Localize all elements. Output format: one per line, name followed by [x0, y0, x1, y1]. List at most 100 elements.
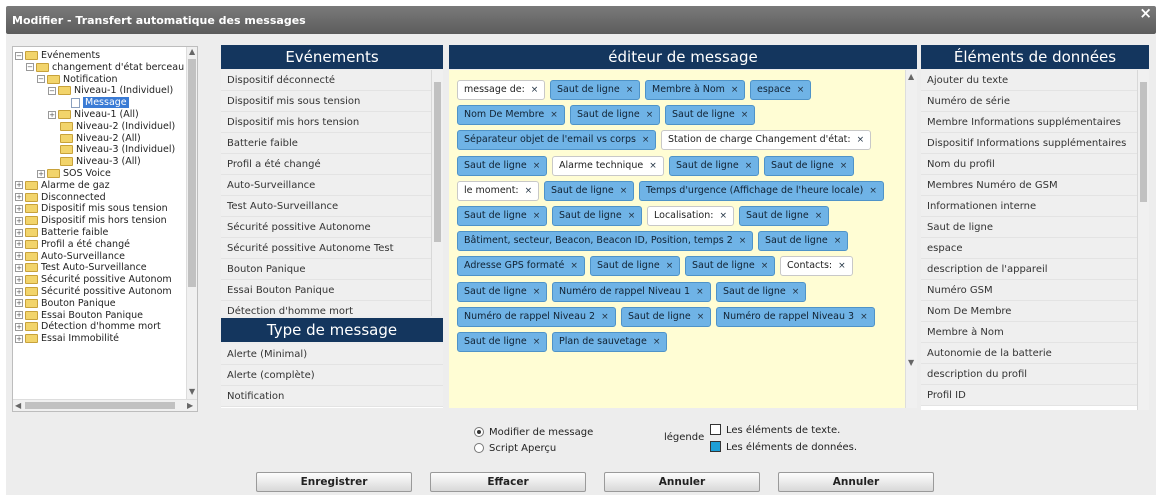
- list-item[interactable]: Autonomie de la batterie: [921, 343, 1149, 364]
- tree-node[interactable]: − Notification: [37, 74, 118, 86]
- list-item[interactable]: Alerte (Minimal): [221, 344, 443, 365]
- remove-token-icon[interactable]: ×: [649, 161, 657, 171]
- tree-node[interactable]: Message: [59, 97, 129, 109]
- list-item[interactable]: Dispositif mis hors tension: [221, 112, 443, 133]
- expand-icon[interactable]: +: [15, 287, 23, 296]
- tree-node[interactable]: + Batterie faible: [15, 227, 108, 239]
- list-item[interactable]: Membres Numéro de GSM: [921, 175, 1149, 196]
- remove-token-icon[interactable]: ×: [860, 312, 868, 322]
- list-item[interactable]: Profil a été changé: [221, 154, 443, 175]
- data-element-token[interactable]: Saut de ligne ×: [739, 206, 830, 226]
- list-item[interactable]: Saut de ligne: [921, 217, 1149, 238]
- tree-node[interactable]: − changement d'état berceau: [26, 62, 184, 74]
- tree-node[interactable]: Niveau-2 (Individuel): [48, 121, 175, 133]
- collapse-icon[interactable]: −: [48, 86, 56, 95]
- expand-icon[interactable]: +: [15, 216, 23, 225]
- remove-token-icon[interactable]: ×: [550, 110, 558, 120]
- data-element-token[interactable]: Saut de ligne ×: [669, 155, 760, 176]
- data-element-token[interactable]: Saut de ligne ×: [552, 206, 643, 226]
- radio-script-preview[interactable]: Script Aperçu: [474, 441, 593, 457]
- cancel-button[interactable]: Annuler: [604, 472, 760, 492]
- text-element-token[interactable]: Contacts: ×: [780, 256, 853, 277]
- remove-token-icon[interactable]: ×: [815, 211, 823, 221]
- remove-token-icon[interactable]: ×: [533, 161, 541, 171]
- expand-icon[interactable]: +: [15, 334, 23, 343]
- tree-node[interactable]: + Essai Bouton Panique: [15, 310, 143, 322]
- tree-node[interactable]: + Alarme de gaz: [15, 180, 110, 192]
- scroll-up-icon[interactable]: ▲: [908, 72, 914, 81]
- message-editor[interactable]: message de: × Saut de ligne × Membre à Nom × e…: [449, 70, 917, 408]
- remove-token-icon[interactable]: ×: [626, 85, 634, 95]
- remove-token-icon[interactable]: ×: [533, 287, 541, 297]
- collapse-icon[interactable]: −: [26, 63, 34, 72]
- data-element-token[interactable]: Saut de ligne ×: [550, 80, 641, 100]
- radio-edit-message[interactable]: Modifier de message: [474, 425, 593, 441]
- list-item[interactable]: Dispositif déconnecté: [221, 70, 443, 91]
- data-element-token[interactable]: Saut de ligne ×: [570, 105, 661, 126]
- expand-icon[interactable]: +: [15, 311, 23, 320]
- remove-token-icon[interactable]: ×: [745, 161, 753, 171]
- data-element-token[interactable]: Saut de ligne ×: [590, 256, 681, 277]
- list-item[interactable]: Nom De Membre: [921, 301, 1149, 322]
- expand-icon[interactable]: +: [15, 322, 23, 331]
- list-item[interactable]: Sécurité possitive Autonome: [221, 217, 443, 238]
- list-item[interactable]: Test Auto-Surveillance: [221, 196, 443, 217]
- data-element-token[interactable]: Saut de ligne ×: [665, 105, 756, 126]
- remove-token-icon[interactable]: ×: [533, 337, 541, 347]
- list-item[interactable]: Membre à Nom: [921, 322, 1149, 343]
- remove-token-icon[interactable]: ×: [719, 211, 727, 221]
- expand-icon[interactable]: +: [15, 263, 23, 272]
- tree-node[interactable]: + Test Auto-Surveillance: [15, 262, 147, 274]
- tree-node[interactable]: + Essai Immobilité: [15, 333, 119, 345]
- data-element-token[interactable]: Numéro de rappel Niveau 2 ×: [457, 306, 616, 327]
- remove-token-icon[interactable]: ×: [696, 287, 704, 297]
- remove-token-icon[interactable]: ×: [857, 135, 865, 145]
- remove-token-icon[interactable]: ×: [570, 261, 578, 271]
- radio-indicator[interactable]: [474, 427, 484, 437]
- tree-node[interactable]: + Sécurité possitive Autonom: [15, 286, 172, 298]
- scroll-thumb[interactable]: [25, 402, 175, 409]
- remove-token-icon[interactable]: ×: [838, 261, 846, 271]
- text-element-token[interactable]: Localisation: ×: [647, 206, 734, 226]
- remove-token-icon[interactable]: ×: [601, 312, 609, 322]
- scroll-thumb[interactable]: [188, 59, 196, 287]
- save-button[interactable]: Enregistrer: [256, 472, 412, 492]
- list-item[interactable]: Membre Informations supplémentaires: [921, 112, 1149, 133]
- list-item[interactable]: Sécurité possitive Autonome Test: [221, 238, 443, 259]
- remove-token-icon[interactable]: ×: [797, 85, 805, 95]
- list-item[interactable]: Batterie faible: [221, 133, 443, 154]
- expand-icon[interactable]: +: [15, 228, 23, 237]
- list-item[interactable]: Informationen interne: [921, 196, 1149, 217]
- data-element-token[interactable]: Plan de sauvetage ×: [552, 332, 668, 352]
- data-element-token[interactable]: Séparateur objet de l'email vs corps ×: [457, 130, 657, 151]
- tree-node[interactable]: + Détection d'homme mort: [15, 321, 161, 333]
- text-element-token[interactable]: Alarme technique ×: [552, 155, 664, 176]
- data-element-token[interactable]: Temps d'urgence (Affichage de l'heure lo…: [639, 180, 884, 201]
- scroll-thumb[interactable]: [1140, 82, 1147, 202]
- remove-token-icon[interactable]: ×: [792, 287, 800, 297]
- list-item[interactable]: Détection d'homme mort: [221, 301, 443, 316]
- data-element-token[interactable]: Nom De Membre ×: [457, 105, 565, 126]
- list-item[interactable]: description du profil: [921, 364, 1149, 385]
- data-elements-scrollbar[interactable]: [1137, 70, 1149, 410]
- tree-node[interactable]: + Sécurité possitive Autonom: [15, 274, 172, 286]
- remove-token-icon[interactable]: ×: [620, 186, 628, 196]
- data-element-token[interactable]: Saut de ligne ×: [457, 206, 548, 226]
- data-element-token[interactable]: Numéro de rappel Niveau 3 ×: [716, 306, 875, 327]
- text-element-token[interactable]: le moment: ×: [457, 180, 540, 201]
- remove-token-icon[interactable]: ×: [525, 186, 533, 196]
- remove-token-icon[interactable]: ×: [840, 161, 848, 171]
- remove-token-icon[interactable]: ×: [741, 110, 749, 120]
- remove-token-icon[interactable]: ×: [739, 236, 747, 246]
- list-item[interactable]: Dispositif mis sous tension: [221, 91, 443, 112]
- expand-icon[interactable]: +: [37, 169, 45, 178]
- list-item[interactable]: Dispositif Informations supplémentaires: [921, 133, 1149, 154]
- list-item[interactable]: Bouton Panique: [221, 259, 443, 280]
- tree-node[interactable]: + Niveau-1 (All): [48, 109, 139, 121]
- remove-token-icon[interactable]: ×: [533, 211, 541, 221]
- remove-token-icon[interactable]: ×: [666, 261, 674, 271]
- remove-token-icon[interactable]: ×: [628, 211, 636, 221]
- remove-token-icon[interactable]: ×: [869, 186, 877, 196]
- tree-node[interactable]: + Disconnected: [15, 192, 106, 204]
- expand-icon[interactable]: +: [15, 181, 23, 190]
